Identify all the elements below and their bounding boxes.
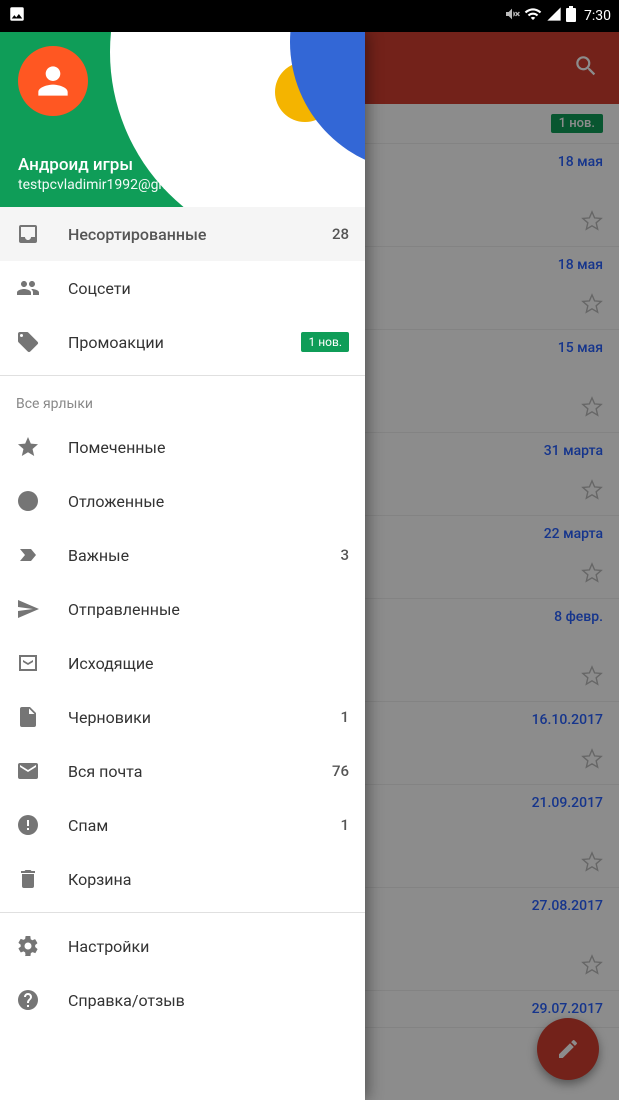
nav-drawer: Андроид игры testpcvladimir1992@gmail.co… (0, 32, 365, 1100)
nav-item-social[interactable]: Соцсети (0, 261, 365, 315)
send-icon (16, 597, 40, 621)
nav-label: Черновики (68, 708, 312, 727)
nav-label: Несортированные (68, 225, 304, 244)
nav-count: 28 (332, 225, 349, 243)
nav-item-promotions[interactable]: Промоакции 1 нов. (0, 315, 365, 369)
clock-icon (16, 489, 40, 513)
nav-label: Корзина (68, 870, 349, 889)
nav-label: Исходящие (68, 654, 349, 673)
nav-badge: 1 нов. (301, 332, 349, 352)
mail-icon (16, 759, 40, 783)
nav-item-outbox[interactable]: Исходящие (0, 636, 365, 690)
battery-icon (566, 6, 576, 26)
nav-item-help[interactable]: Справка/отзыв (0, 973, 365, 1027)
chevron-down-icon (335, 171, 349, 185)
nav-label: Вся почта (68, 762, 304, 781)
nav-label: Отложенные (68, 492, 349, 511)
status-time: 7:30 (584, 8, 611, 24)
nav-label: Настройки (68, 937, 349, 956)
mute-icon (504, 6, 520, 26)
nav-item-primary[interactable]: Несортированные 28 (0, 207, 365, 261)
help-icon (16, 988, 40, 1012)
star-icon (16, 435, 40, 459)
outbox-icon (16, 651, 40, 675)
divider (0, 375, 365, 376)
drawer-header[interactable]: Андроид игры testpcvladimir1992@gmail.co… (0, 32, 365, 207)
section-header: Все ярлыки (0, 382, 365, 420)
nav-count: 1 (340, 708, 349, 726)
nav-item-spam[interactable]: Спам 1 (0, 798, 365, 852)
spam-icon (16, 813, 40, 837)
nav-label: Промоакции (68, 333, 273, 352)
nav-label: Спам (68, 816, 312, 835)
tag-icon (16, 330, 40, 354)
nav-item-allmail[interactable]: Вся почта 76 (0, 744, 365, 798)
nav-item-snoozed[interactable]: Отложенные (0, 474, 365, 528)
file-icon (16, 705, 40, 729)
divider (0, 912, 365, 913)
nav-item-sent[interactable]: Отправленные (0, 582, 365, 636)
wifi-icon (524, 5, 542, 27)
gear-icon (16, 934, 40, 958)
picture-icon (8, 5, 26, 27)
nav-count: 3 (340, 546, 349, 564)
nav-item-drafts[interactable]: Черновики 1 (0, 690, 365, 744)
nav-label: Важные (68, 546, 312, 565)
nav-label: Соцсети (68, 279, 349, 298)
trash-icon (16, 867, 40, 891)
signal-icon (546, 6, 562, 26)
nav-count: 76 (332, 762, 349, 780)
nav-item-settings[interactable]: Настройки (0, 919, 365, 973)
important-icon (16, 543, 40, 567)
nav-item-important[interactable]: Важные 3 (0, 528, 365, 582)
inbox-icon (16, 222, 40, 246)
nav-label: Справка/отзыв (68, 991, 349, 1010)
account-name: Андроид игры (18, 155, 347, 175)
nav-label: Помеченные (68, 438, 349, 457)
account-dropdown[interactable] (335, 170, 349, 189)
nav-count: 1 (340, 816, 349, 834)
account-email: testpcvladimir1992@gmail.com (18, 177, 347, 193)
nav-item-trash[interactable]: Корзина (0, 852, 365, 906)
nav-item-starred[interactable]: Помеченные (0, 420, 365, 474)
nav-label: Отправленные (68, 600, 349, 619)
avatar (18, 46, 88, 116)
status-bar: 7:30 (0, 0, 619, 32)
people-icon (16, 276, 40, 300)
